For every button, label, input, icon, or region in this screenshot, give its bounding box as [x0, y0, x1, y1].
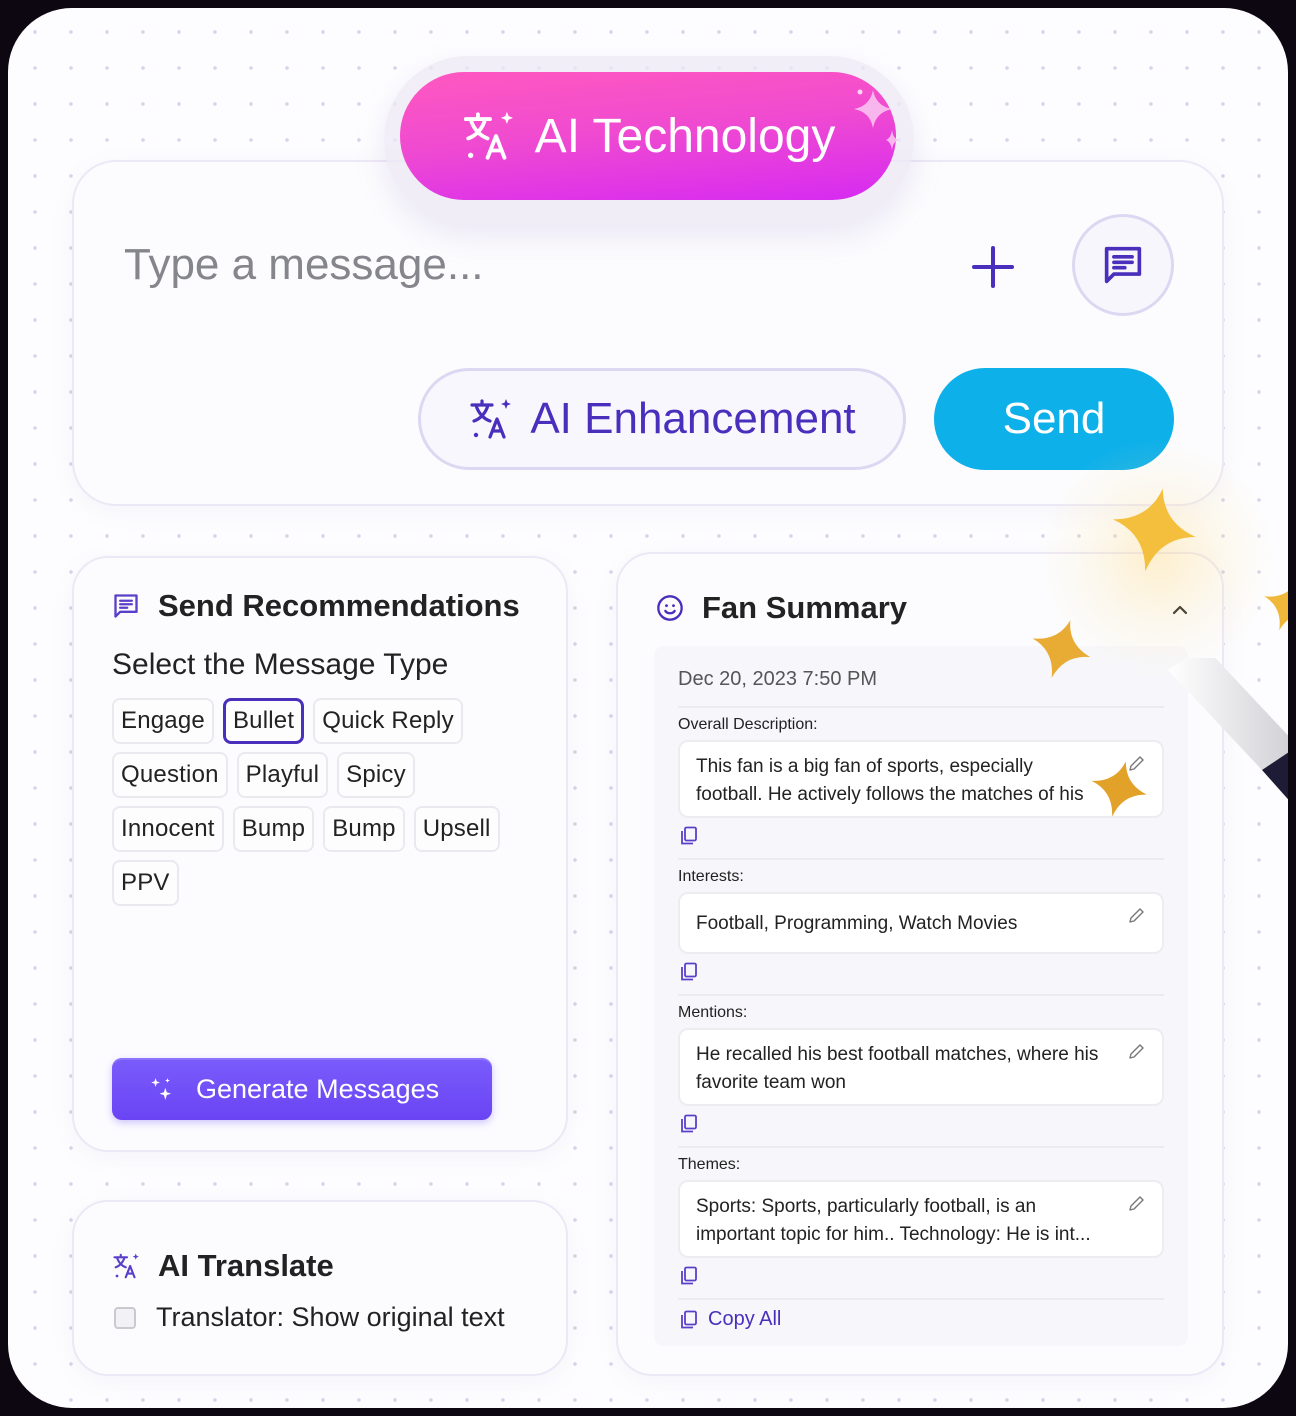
chip-bullet[interactable]: Bullet [222, 698, 305, 744]
chip-ppv[interactable]: PPV [112, 860, 179, 906]
show-original-text-checkbox[interactable] [114, 1306, 136, 1329]
chip-quick-reply[interactable]: Quick Reply [313, 698, 463, 744]
divider [678, 1298, 1164, 1300]
copy-icon[interactable] [680, 826, 698, 846]
chip-spicy[interactable]: Spicy [337, 752, 415, 798]
magic-wand-icon [1168, 658, 1288, 800]
translate-sparkle-icon [463, 111, 513, 160]
pencil-icon[interactable] [1126, 906, 1146, 926]
add-attachment-button[interactable] [970, 244, 1016, 290]
message-type-label: Select the Message Type [112, 648, 449, 681]
mentions-field[interactable]: He recalled his best football matches, w… [678, 1028, 1164, 1106]
overall-description-value: This fan is a big fan of sports, especia… [696, 756, 1084, 805]
pencil-icon[interactable] [1126, 1194, 1146, 1214]
ai-translate-panel: AI Translate Translator: Show original t… [72, 1200, 568, 1376]
summary-date: Dec 20, 2023 7:50 PM [678, 668, 878, 690]
send-label: Send [1002, 394, 1106, 443]
copy-icon[interactable] [680, 1114, 698, 1134]
copy-all-label: Copy All [708, 1308, 782, 1330]
send-recommendations-header: Send Recommendations [112, 588, 520, 624]
generate-messages-button[interactable]: Generate Messages [112, 1058, 492, 1120]
ai-translate-header: AI Translate [112, 1248, 334, 1284]
sparkles-icon [151, 1078, 172, 1100]
chip-bump[interactable]: Bump [232, 806, 315, 852]
star-icon [1264, 581, 1288, 631]
ai-translate-title: AI Translate [158, 1248, 334, 1283]
themes-label: Themes: [678, 1156, 741, 1173]
mentions-value: He recalled his best football matches, w… [696, 1044, 1099, 1093]
smiley-icon [657, 595, 683, 621]
divider [678, 994, 1164, 996]
generate-messages-label: Generate Messages [196, 1073, 440, 1104]
ai-technology-label: AI Technology [534, 109, 836, 163]
chat-message-icon [1104, 246, 1142, 284]
mentions-label: Mentions: [678, 1004, 748, 1021]
app-frame: AI Enhancement Send AI Technology Send R… [8, 8, 1288, 1408]
show-original-text-label: Translator: Show original text [156, 1302, 505, 1332]
overall-description-label: Overall Description: [678, 716, 818, 733]
interests-label: Interests: [678, 868, 744, 885]
pencil-icon[interactable] [1126, 1042, 1146, 1062]
sparkle-icon [854, 89, 898, 150]
translate-sparkle-icon [470, 399, 512, 439]
ai-enhancement-button[interactable]: AI Enhancement [418, 368, 906, 470]
chat-message-icon [114, 594, 138, 618]
copy-icon[interactable] [680, 962, 698, 982]
message-type-chips: Engage Bullet Quick Reply Question Playf… [112, 698, 532, 906]
message-input[interactable] [124, 240, 904, 290]
send-recommendations-panel: Send Recommendations Select the Message … [72, 556, 568, 1152]
chip-playful[interactable]: Playful [236, 752, 329, 798]
ai-enhancement-label: AI Enhancement [530, 394, 856, 443]
copy-all-button[interactable]: Copy All [680, 1308, 781, 1331]
ai-technology-badge: AI Technology [400, 72, 896, 200]
star-icon [1032, 620, 1091, 678]
star-icon [1091, 761, 1147, 817]
divider [678, 858, 1164, 860]
show-original-text-toggle[interactable]: Translator: Show original text [114, 1302, 505, 1333]
chip-engage[interactable]: Engage [112, 698, 214, 744]
send-recommendations-title: Send Recommendations [158, 588, 520, 623]
fan-summary-title: Fan Summary [702, 590, 908, 625]
divider [678, 1146, 1164, 1148]
themes-value: Sports: Sports, particularly football, i… [696, 1196, 1091, 1245]
message-templates-button[interactable] [1072, 214, 1174, 316]
chip-innocent[interactable]: Innocent [112, 806, 224, 852]
interests-value: Football, Programming, Watch Movies [696, 913, 1018, 934]
divider [678, 706, 1164, 708]
chip-question[interactable]: Question [112, 752, 228, 798]
star-icon [1112, 488, 1196, 572]
chip-upsell[interactable]: Upsell [413, 806, 500, 852]
interests-field[interactable]: Football, Programming, Watch Movies [678, 892, 1164, 954]
copy-icon[interactable] [680, 1266, 698, 1286]
themes-field[interactable]: Sports: Sports, particularly football, i… [678, 1180, 1164, 1258]
fan-summary-content: Dec 20, 2023 7:50 PM Overall Description… [654, 646, 1188, 1346]
fan-summary-header: Fan Summary [656, 590, 907, 626]
copy-icon [681, 1310, 697, 1328]
chip-bump-2[interactable]: Bump [323, 806, 405, 852]
translate-sparkle-icon [113, 1253, 139, 1279]
fan-summary-panel: Fan Summary Dec 20, 2023 7:50 PM Overall… [616, 552, 1224, 1376]
